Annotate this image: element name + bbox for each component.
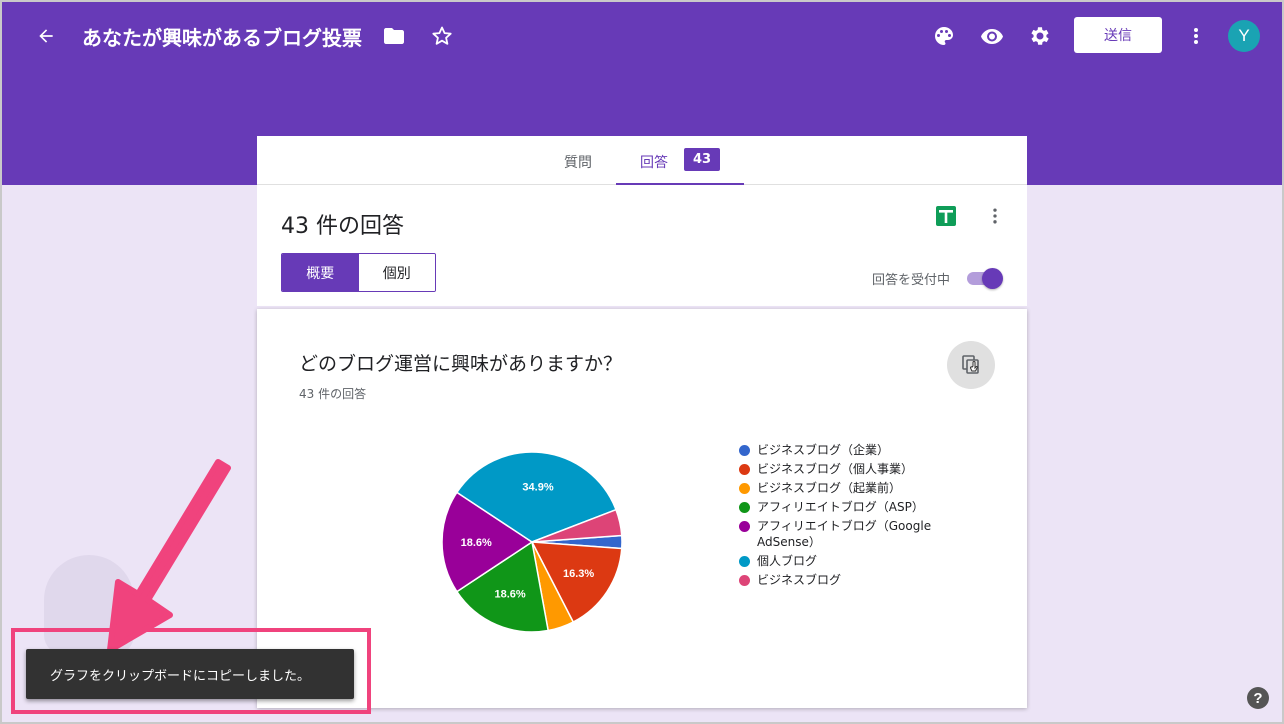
legend-swatch	[739, 575, 750, 586]
responses-title: 43 件の回答	[281, 214, 404, 239]
question-response-count: 43 件の回答	[299, 387, 367, 401]
star-button[interactable]	[422, 16, 462, 56]
legend-item: ビジネスブログ	[739, 572, 949, 588]
legend-label: ビジネスブログ（起業前）	[757, 481, 902, 495]
responses-count-badge: 43	[684, 148, 720, 171]
settings-button[interactable]	[1020, 16, 1060, 56]
form-title[interactable]: あなたが興味があるブログ投票	[82, 22, 362, 51]
more-vert-icon	[993, 208, 997, 224]
legend-label: ビジネスブログ	[757, 573, 842, 587]
customize-theme-button[interactable]	[924, 16, 964, 56]
legend-swatch	[739, 445, 750, 456]
pie-slice-label: 18.6%	[494, 588, 525, 600]
question-summary-card: どのブログ運営に興味がありますか？ 43 件の回答 16.3% 18.6% 18.6…	[257, 309, 1027, 708]
pie-chart: 16.3% 18.6% 18.6% 34.9%	[441, 451, 623, 633]
tab-responses[interactable]: 回答 43	[616, 136, 744, 185]
legend-item: アフィリエイトブログ（Google AdSense）	[739, 518, 949, 550]
tab-bar: 質問 回答 43	[257, 136, 1027, 185]
legend-label: アフィリエイトブログ（ASP）	[757, 500, 924, 514]
copy-chart-button[interactable]	[947, 341, 995, 389]
help-button[interactable]: ?	[1247, 687, 1269, 709]
accepting-responses-toggle[interactable]	[965, 267, 1003, 289]
snackbar-toast: グラフをクリップボードにコピーしました。	[26, 649, 354, 699]
summary-view-button[interactable]: 概要	[282, 254, 359, 291]
legend-swatch	[739, 502, 750, 513]
palette-icon	[935, 27, 953, 45]
star-icon	[432, 26, 452, 45]
preview-button[interactable]	[972, 16, 1012, 56]
responses-more-button[interactable]	[981, 202, 1009, 230]
chart-legend: ビジネスブログ（企業） ビジネスブログ（個人事業） ビジネスブログ（起業前） アフィリ…	[739, 442, 949, 591]
legend-swatch	[739, 556, 750, 567]
back-arrow-icon	[39, 29, 53, 43]
legend-swatch	[739, 483, 750, 494]
tab-responses-label: 回答	[640, 155, 668, 171]
pie-slice-label: 16.3%	[563, 568, 594, 580]
pie-slice-label: 18.6%	[461, 537, 492, 549]
copy-icon	[962, 355, 979, 374]
sheets-icon	[936, 206, 956, 226]
send-button[interactable]: 送信	[1074, 17, 1162, 53]
individual-view-button[interactable]: 個別	[358, 254, 435, 291]
legend-swatch	[739, 464, 750, 475]
responses-header-card: 質問 回答 43 43 件の回答 概要 個別 回答を受付中	[257, 136, 1027, 306]
accepting-responses-label: 回答を受付中	[872, 273, 951, 288]
folder-icon	[384, 28, 404, 44]
legend-item: ビジネスブログ（企業）	[739, 442, 949, 458]
move-to-folder-button[interactable]	[374, 16, 414, 56]
legend-label: アフィリエイトブログ（Google AdSense）	[757, 519, 932, 549]
gear-icon	[1031, 27, 1049, 45]
legend-item: ビジネスブログ（起業前）	[739, 480, 949, 496]
create-spreadsheet-button[interactable]	[934, 204, 958, 228]
view-switch: 概要 個別	[281, 253, 436, 292]
more-options-button[interactable]	[1176, 16, 1216, 56]
tab-questions[interactable]: 質問	[564, 152, 592, 172]
more-vert-icon	[1194, 28, 1198, 44]
account-avatar[interactable]: Y	[1228, 20, 1260, 52]
legend-item: アフィリエイトブログ（ASP）	[739, 499, 949, 515]
legend-label: 個人ブログ	[757, 554, 818, 568]
legend-item: ビジネスブログ（個人事業）	[739, 461, 949, 477]
legend-swatch	[739, 521, 750, 532]
legend-item: 個人ブログ	[739, 553, 949, 569]
toggle-knob	[982, 268, 1003, 289]
legend-label: ビジネスブログ（企業）	[757, 443, 890, 457]
toast-message: グラフをクリップボードにコピーしました。	[50, 668, 311, 684]
question-title: どのブログ運営に興味がありますか？	[299, 353, 623, 375]
back-button[interactable]	[26, 16, 66, 56]
eye-icon	[981, 29, 1003, 44]
legend-label: ビジネスブログ（個人事業）	[757, 462, 914, 476]
pie-slice-label: 34.9%	[522, 482, 553, 494]
